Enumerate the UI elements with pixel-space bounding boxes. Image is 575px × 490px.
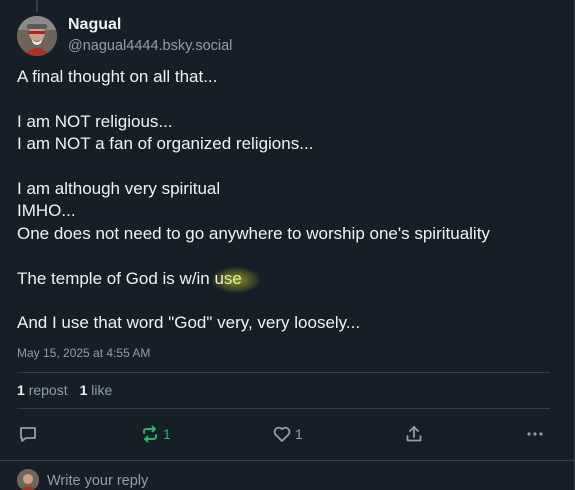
reply-button[interactable] <box>18 422 38 446</box>
heart-icon <box>273 426 291 442</box>
more-icon <box>527 432 543 436</box>
repost-stat-label: repost <box>28 382 68 398</box>
like-count: 1 <box>295 426 303 442</box>
current-user-avatar <box>17 469 39 490</box>
post-body: A final thought on all that... I am NOT … <box>17 66 562 335</box>
post-line: And I use that word "God" very, very loo… <box>17 313 361 333</box>
post-timestamp[interactable]: May 15, 2025 at 4:55 AM <box>17 346 150 360</box>
post-line: One does not need to go anywhere to wors… <box>17 223 490 243</box>
like-stat[interactable]: 1 like <box>80 382 113 398</box>
post-line: I am NOT religious... <box>17 111 173 131</box>
like-stat-count: 1 <box>79 382 88 398</box>
repost-stat[interactable]: 1 repost <box>17 382 68 398</box>
like-stat-label: like <box>91 382 113 398</box>
post-line: I am although very spiritual <box>17 179 221 198</box>
reply-input-placeholder[interactable]: Write your reply <box>47 473 148 489</box>
post: Nagual @nagual4444.bsky.social A final t… <box>0 0 574 461</box>
post-line: The temple of God is w/in use <box>17 268 242 288</box>
share-icon <box>406 426 422 442</box>
thread-view: Nagual @nagual4444.bsky.social A final t… <box>0 0 575 490</box>
engagement-stats: 1 repost 1 like <box>17 382 112 398</box>
reply-composer[interactable]: Write your reply <box>0 461 574 490</box>
more-options-button[interactable] <box>525 422 545 446</box>
repost-count: 1 <box>163 426 171 442</box>
post-line-blank <box>17 156 562 178</box>
post-line: IMHO... <box>17 201 76 221</box>
author-avatar[interactable] <box>17 16 57 56</box>
post-line-blank <box>17 245 562 267</box>
author-display-name[interactable]: Nagual <box>68 16 121 34</box>
repost-stat-count: 1 <box>17 382 25 398</box>
like-button[interactable]: 1 <box>272 422 303 446</box>
repost-button[interactable]: 1 <box>140 422 171 446</box>
post-action-bar: 1 1 <box>0 420 574 448</box>
repost-icon <box>143 425 157 443</box>
stats-bottom-divider <box>17 408 550 409</box>
post-line: A final thought on all that... <box>17 67 218 86</box>
post-line-blank <box>17 88 562 110</box>
reply-icon <box>20 427 36 442</box>
post-line: I am NOT a fan of organized religions... <box>17 134 314 154</box>
stats-top-divider <box>17 372 550 373</box>
share-button[interactable] <box>404 422 424 446</box>
author-handle[interactable]: @nagual4444.bsky.social <box>68 38 232 54</box>
post-line-blank <box>17 290 562 312</box>
